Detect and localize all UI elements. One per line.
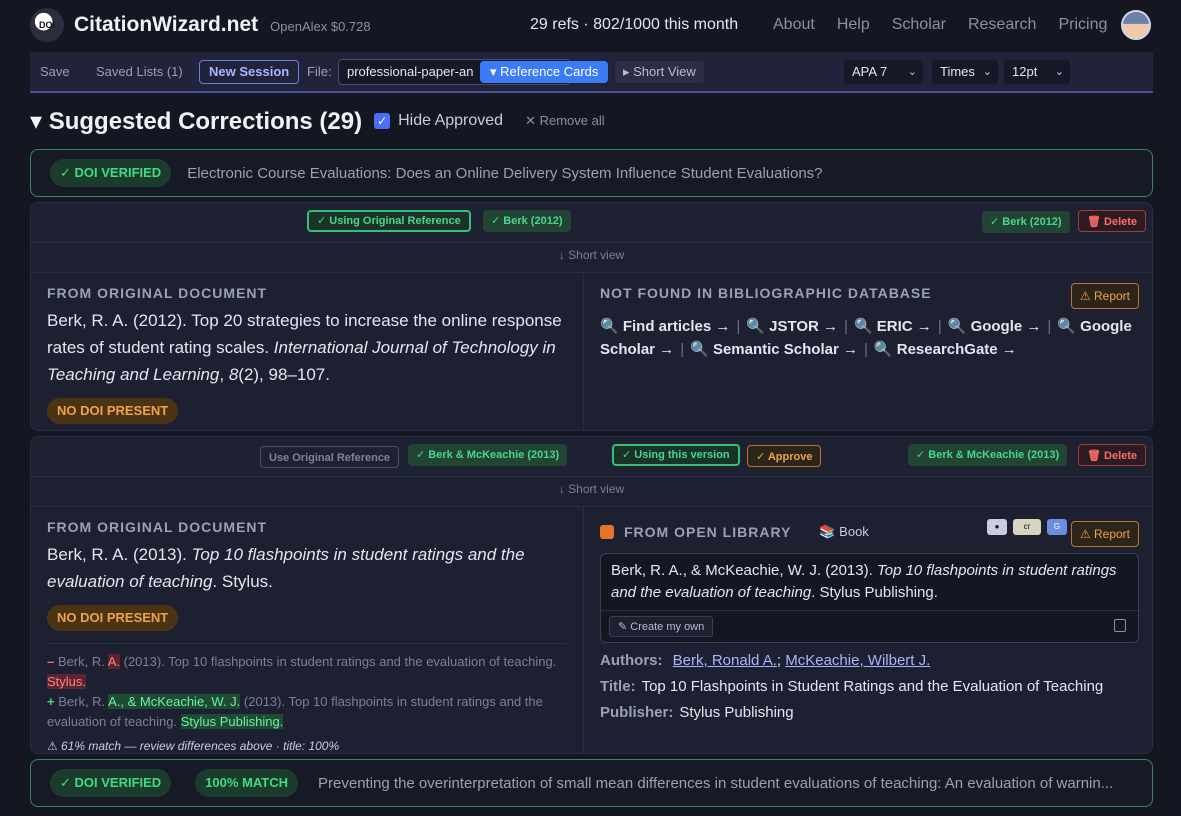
- match-badge: 100% MATCH: [195, 769, 299, 797]
- diff-view: – Berk, R. A. (2013). Top 10 flashpoints…: [47, 643, 567, 753]
- card-actions: ✓ Using Original Reference ✓ Berk (2012)…: [31, 203, 1152, 243]
- hide-approved-label: Hide Approved: [398, 112, 504, 129]
- using-original-button[interactable]: ✓ Using Original Reference: [307, 210, 471, 232]
- nav-help[interactable]: Help: [837, 16, 870, 34]
- original-column: FROM ORIGINAL DOCUMENT Berk, R. A. (2013…: [31, 507, 584, 753]
- delete-button[interactable]: 🗑 Delete: [1078, 444, 1147, 466]
- diff-added-line: + Berk, R. A., & McKeachie, W. J. (2013)…: [47, 694, 543, 729]
- publisher-row: Publisher: Stylus Publishing: [600, 704, 794, 721]
- saved-lists-button[interactable]: Saved Lists (1): [88, 61, 191, 82]
- author-link[interactable]: McKeachie, Wilbert J.: [785, 652, 930, 669]
- use-original-button[interactable]: Use Original Reference: [260, 446, 400, 468]
- main-nav: About Help Scholar Research Pricing: [773, 16, 1107, 34]
- toolbar: Save Saved Lists (1) New Session File: p…: [30, 52, 1153, 93]
- user-avatar[interactable]: [1121, 10, 1151, 40]
- semantic-scholar-link[interactable]: 🔍 Semantic Scholar →: [690, 341, 858, 358]
- citation-style-value: APA 7: [852, 63, 888, 79]
- column-label: FROM OPEN LIBRARY: [624, 524, 792, 540]
- hide-approved-toggle[interactable]: ✓ Hide Approved: [374, 112, 503, 130]
- using-this-version-button[interactable]: ✓ Using this version: [612, 444, 740, 466]
- font-select[interactable]: Times ⌄: [932, 59, 998, 84]
- authors-row: Authors: Berk, Ronald A.; McKeachie, Wil…: [600, 652, 931, 669]
- no-doi-badge: NO DOI PRESENT: [47, 605, 179, 631]
- reference-card: ✓ Using Original Reference ✓ Berk (2012)…: [30, 202, 1153, 431]
- create-my-own-button[interactable]: ✎ Create my own: [609, 616, 714, 637]
- title-row: Title: Top 10 Flashpoints in Student Rati…: [600, 678, 1104, 695]
- remove-all-button[interactable]: ✕ Remove all: [525, 113, 605, 129]
- openalex-credit: OpenAlex $0.728: [270, 19, 371, 34]
- original-column: FROM ORIGINAL DOCUMENT Berk, R. A. (2012…: [31, 273, 584, 430]
- match-note: ⚠ 61% match — review differences above ·…: [47, 739, 340, 753]
- delete-button[interactable]: 🗑 Delete: [1078, 210, 1147, 232]
- suggested-corrections-header: ▾ Suggested Corrections (29) ✓ Hide Appr…: [30, 105, 605, 137]
- chevron-down-icon: ⌄: [1054, 65, 1064, 78]
- book-badge: 📚 Book: [819, 524, 869, 539]
- logo-icon[interactable]: DOI: [30, 8, 64, 42]
- hide-approved-checkbox[interactable]: ✓: [374, 113, 391, 129]
- search-links: 🔍 Find articles → | 🔍 JSTOR → | 🔍 ERIC → | 🔍 G…: [600, 318, 1132, 358]
- top-bar: DOI CitationWizard.net OpenAlex $0.728 2…: [30, 0, 1153, 50]
- font-size-value: 12pt: [1012, 63, 1038, 79]
- nav-research[interactable]: Research: [968, 16, 1036, 34]
- source-icons: ● cr G: [987, 519, 1067, 535]
- save-button[interactable]: Save: [32, 61, 78, 82]
- copy-icon[interactable]: [1114, 619, 1126, 632]
- citation-tag: ✓ Berk (2012): [483, 210, 571, 232]
- suggested-reference-text: Berk, R. A., & McKeachie, W. J. (2013). …: [611, 562, 1117, 601]
- original-reference-text: Berk, R. A. (2013). Top 10 flashpoints i…: [47, 545, 525, 591]
- citation-tag: ✓ Berk & McKeachie (2013): [408, 444, 568, 466]
- brand-name[interactable]: CitationWizard.net: [74, 13, 258, 37]
- crossref-icon[interactable]: cr: [1013, 519, 1041, 535]
- no-doi-badge: NO DOI PRESENT: [47, 398, 179, 424]
- doi-verified-badge: ✓ DOI VERIFIED: [50, 769, 172, 797]
- reference-title: Electronic Course Evaluations: Does an O…: [187, 164, 823, 182]
- column-label: FROM ORIGINAL DOCUMENT: [47, 285, 268, 301]
- font-size-select[interactable]: 12pt ⌄: [1004, 59, 1070, 84]
- citation-style-select[interactable]: APA 7 ⌄: [844, 59, 923, 84]
- author-link[interactable]: Berk, Ronald A.: [673, 652, 777, 669]
- reference-title: Preventing the overinterpretation of sma…: [318, 774, 1114, 792]
- nav-pricing[interactable]: Pricing: [1058, 16, 1107, 34]
- nav-about[interactable]: About: [773, 16, 815, 34]
- original-reference-text: Berk, R. A. (2012). Top 20 strategies to…: [47, 311, 562, 384]
- short-view-link[interactable]: ↓ Short view: [31, 243, 1152, 273]
- approve-button[interactable]: ✓ Approve: [747, 445, 822, 467]
- lookup-column: NOT FOUND IN BIBLIOGRAPHIC DATABASE ⚠ Re…: [584, 273, 1152, 430]
- chevron-down-icon: ⌄: [982, 65, 992, 78]
- column-label: NOT FOUND IN BIBLIOGRAPHIC DATABASE: [600, 285, 932, 301]
- google-link[interactable]: 🔍 Google →: [948, 318, 1042, 335]
- nav-scholar[interactable]: Scholar: [892, 16, 946, 34]
- citation-tag-right: ✓ Berk (2012): [982, 211, 1070, 233]
- open-library-column: FROM OPEN LIBRARY 📚 Book ● cr G ⚠ Report…: [584, 507, 1152, 753]
- card-actions: Use Original Reference ✓ Berk & McKeachi…: [31, 437, 1152, 477]
- find-articles-link[interactable]: 🔍 Find articles →: [600, 318, 730, 335]
- reference-cards-toggle[interactable]: ▾ Reference Cards: [480, 60, 609, 83]
- verified-reference-row[interactable]: ✓ DOI VERIFIED Electronic Course Evaluat…: [30, 149, 1153, 197]
- font-value: Times: [940, 63, 975, 79]
- jstor-link[interactable]: 🔍 JSTOR →: [746, 318, 838, 335]
- citation-tag-right: ✓ Berk & McKeachie (2013): [908, 444, 1068, 466]
- open-library-icon: [600, 525, 614, 539]
- suggested-reference-box: Berk, R. A., & McKeachie, W. J. (2013). …: [600, 553, 1139, 643]
- eric-link[interactable]: 🔍 ERIC →: [854, 318, 932, 335]
- researchgate-link[interactable]: 🔍 ResearchGate →: [874, 341, 1017, 358]
- doi-verified-badge: ✓ DOI VERIFIED: [50, 159, 172, 187]
- verified-reference-row[interactable]: ✓ DOI VERIFIED 100% MATCH Preventing the…: [30, 759, 1153, 807]
- file-label: File:: [307, 64, 332, 79]
- section-title[interactable]: ▾ Suggested Corrections (29): [30, 107, 362, 136]
- chevron-down-icon: ⌄: [907, 65, 917, 78]
- short-view-link[interactable]: ↓ Short view: [31, 477, 1152, 507]
- short-view-toggle[interactable]: ▸ Short View: [615, 60, 704, 83]
- diff-removed-line: – Berk, R. A. (2013). Top 10 flashpoints…: [47, 654, 557, 689]
- google-books-icon[interactable]: G: [1047, 519, 1067, 535]
- report-button[interactable]: ⚠ Report: [1070, 521, 1139, 547]
- new-session-button[interactable]: New Session: [199, 59, 300, 84]
- reference-card: Use Original Reference ✓ Berk & McKeachi…: [30, 436, 1153, 754]
- usage-stats: 29 refs · 802/1000 this month: [530, 16, 739, 33]
- column-label: FROM ORIGINAL DOCUMENT: [47, 519, 268, 535]
- openalex-icon[interactable]: ●: [987, 519, 1007, 535]
- report-button[interactable]: ⚠ Report: [1070, 283, 1139, 309]
